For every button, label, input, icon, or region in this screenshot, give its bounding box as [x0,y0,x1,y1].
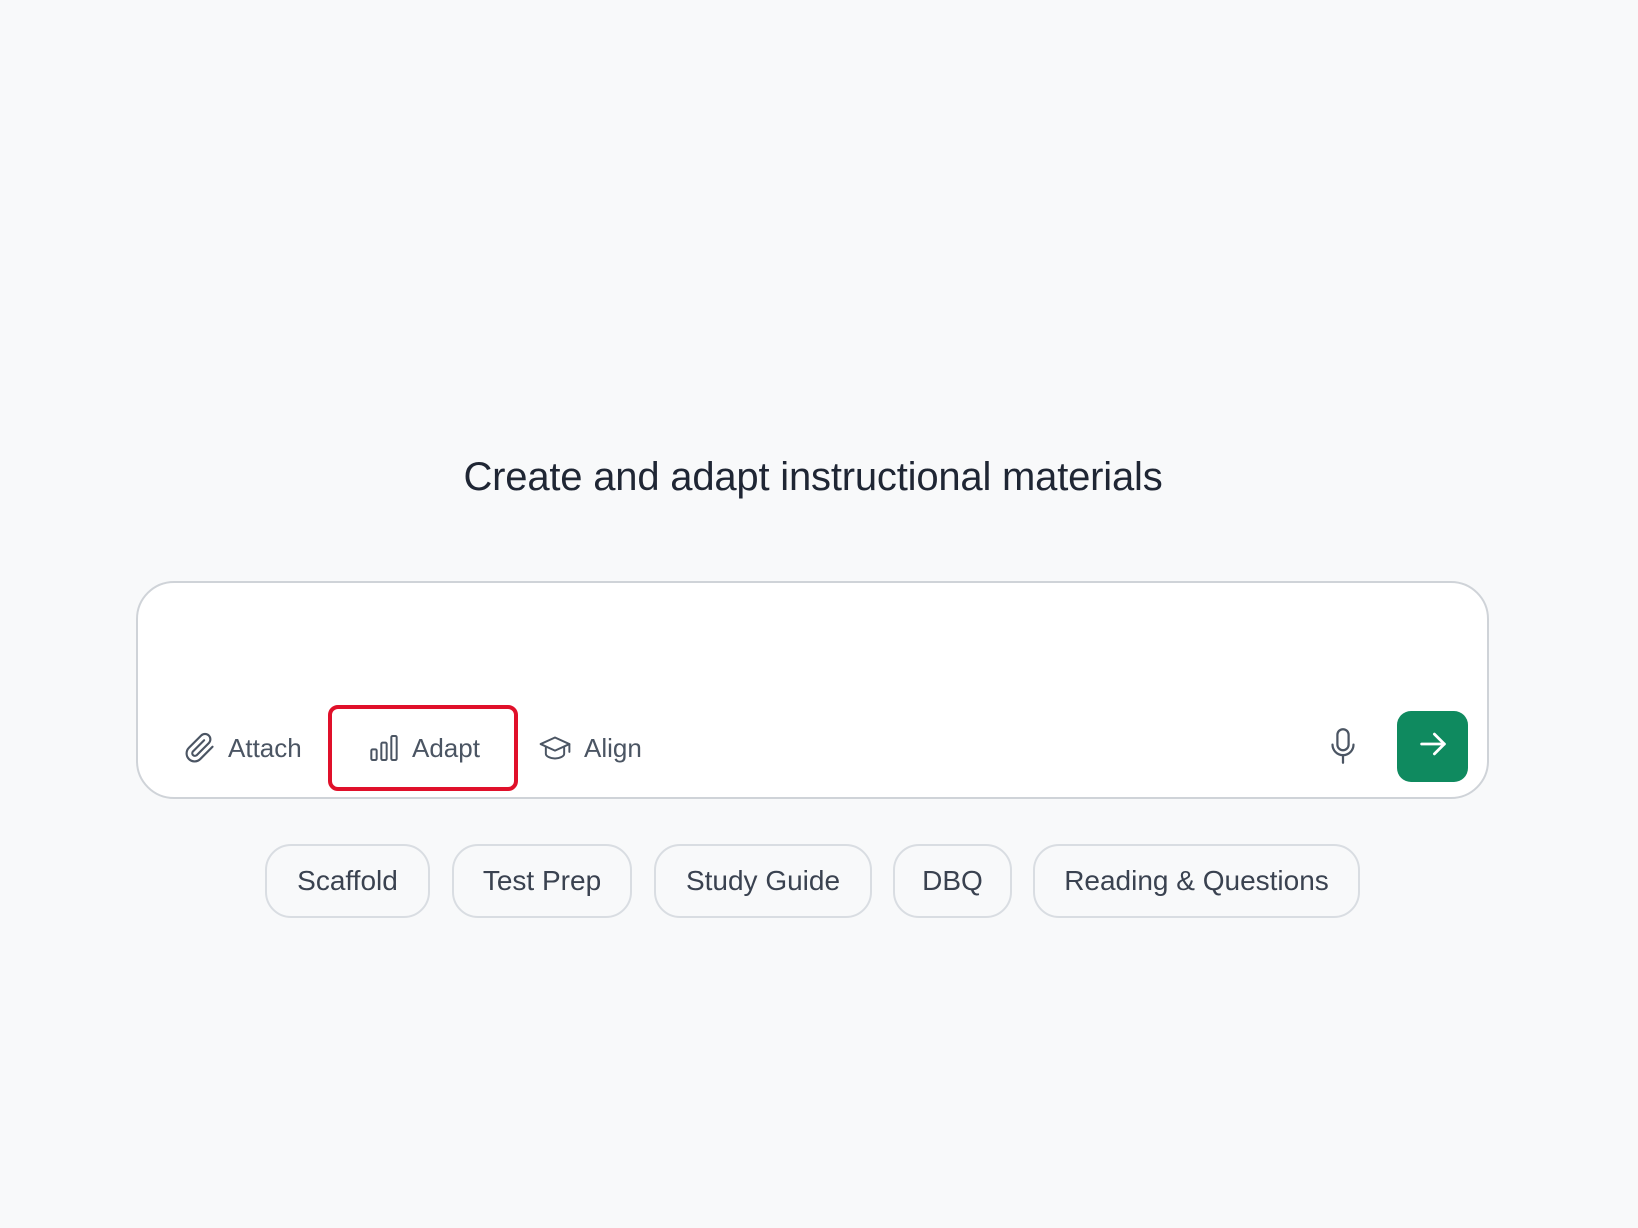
microphone-button[interactable] [1321,724,1365,772]
adapt-button[interactable]: Adapt [328,705,518,791]
suggestion-chips: Scaffold Test Prep Study Guide DBQ Readi… [0,844,1638,918]
microphone-icon [1329,726,1357,771]
bar-chart-icon [368,732,400,764]
prompt-input[interactable] [168,611,1452,695]
adapt-label: Adapt [412,732,480,763]
attach-label: Attach [228,732,302,763]
chip-reading-questions[interactable]: Reading & Questions [1033,844,1360,918]
chip-dbq[interactable]: DBQ [893,844,1012,918]
chip-test-prep[interactable]: Test Prep [452,844,632,918]
send-button[interactable] [1397,711,1468,782]
chip-scaffold[interactable]: Scaffold [265,844,430,918]
align-button[interactable]: Align [538,705,642,791]
align-label: Align [584,732,642,763]
attach-button[interactable]: Attach [184,705,302,791]
arrow-right-icon [1416,727,1450,766]
graduation-cap-icon [538,732,572,764]
chip-study-guide[interactable]: Study Guide [654,844,872,918]
page-heading: Create and adapt instructional materials [463,455,1163,499]
paperclip-icon [184,732,216,764]
prompt-composer: Attach Adapt Align [136,581,1489,799]
